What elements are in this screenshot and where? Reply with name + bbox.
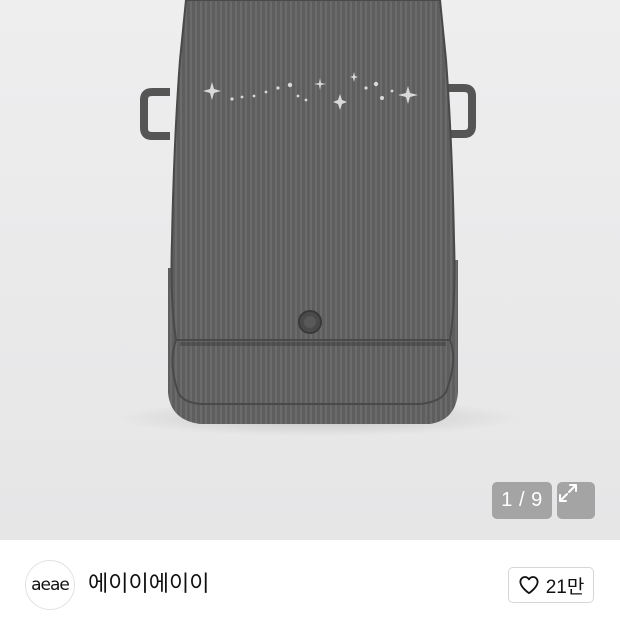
- image-counter: 1 / 9: [492, 482, 552, 519]
- expand-arrows-icon: [559, 484, 577, 502]
- backpack-photo: [118, 0, 518, 436]
- product-image[interactable]: 1 / 9: [0, 0, 620, 540]
- seller-avatar[interactable]: aeae: [25, 560, 75, 610]
- expand-button[interactable]: [557, 482, 595, 519]
- heart-outline-icon: [519, 576, 539, 595]
- like-button[interactable]: 21만: [508, 567, 594, 603]
- like-count: 21만: [545, 576, 585, 598]
- seller-avatar-logo: aeae: [31, 575, 70, 595]
- image-counter-text: 1 / 9: [501, 489, 543, 511]
- seller-name[interactable]: 에이이에이이: [88, 568, 209, 600]
